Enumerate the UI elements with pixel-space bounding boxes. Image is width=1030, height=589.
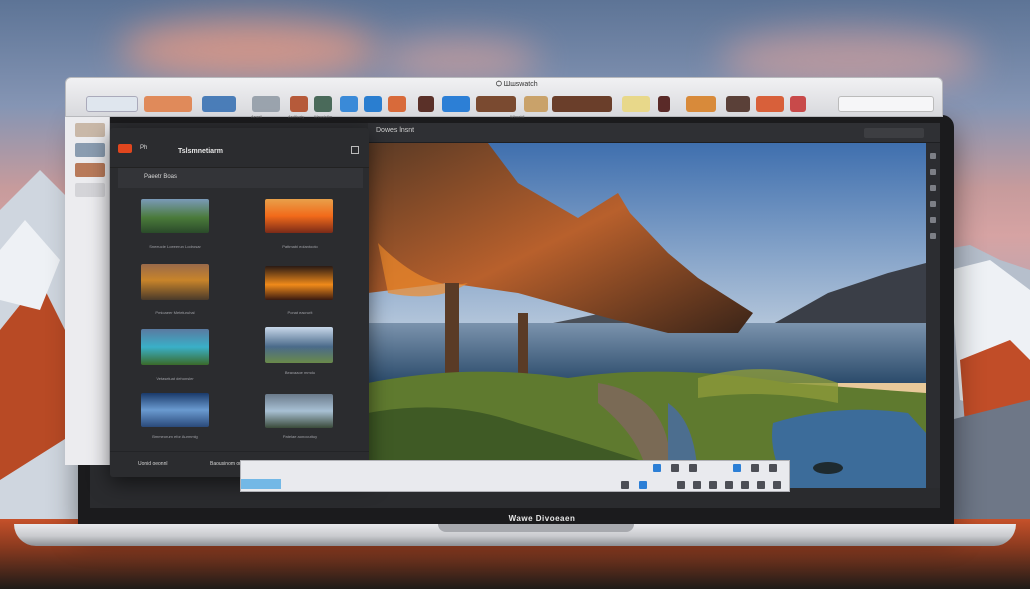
panel-icon[interactable] [639, 481, 647, 489]
panel-icon[interactable] [757, 481, 765, 489]
toolbar-label: Aeaeil [251, 114, 263, 119]
photo-caption: Ponat eacrurit [287, 310, 313, 315]
laptop-notch [438, 524, 634, 532]
photo-thumbnail-clouds[interactable] [141, 393, 209, 427]
toolbar-icon[interactable] [144, 96, 192, 112]
panel-icon[interactable] [677, 481, 685, 489]
photo-caption: Pmioaeer Meteluruhal [155, 310, 195, 315]
panel-title: Tslsmnetiarm [178, 148, 223, 155]
toolbar-icon[interactable] [756, 96, 784, 112]
toolbar-icon[interactable] [86, 96, 138, 112]
photo-caption: Patelae aonocuttuy [282, 434, 318, 439]
photo-thumbnail-lake[interactable] [141, 329, 209, 365]
photo-caption: Sneeucle Loeeerun Lodrosar [149, 244, 201, 249]
app-title: Ѻ Шшswatch [496, 81, 538, 88]
sidebar-thumbnail[interactable] [75, 163, 105, 177]
panel-icon[interactable] [733, 464, 741, 472]
toolbar-icon[interactable] [790, 96, 806, 112]
panel-icon[interactable] [671, 464, 679, 472]
photo-caption: Vetaseluat dehonsler [156, 376, 194, 381]
toolbar-icon[interactable] [552, 96, 612, 112]
laptop-label: Wawe Divoeaen [508, 514, 576, 523]
bottom-tool-panel [240, 460, 790, 492]
panel-icon[interactable] [741, 481, 749, 489]
app-sidebar [65, 117, 110, 465]
photo-thumbnail-coast[interactable] [265, 394, 333, 428]
photo-caption: Pattmabi eolantooto [282, 244, 318, 249]
toolbar-icon[interactable] [202, 96, 236, 112]
photo-thumbnail-dusk[interactable] [265, 266, 333, 300]
expand-icon[interactable] [351, 146, 359, 154]
toolbar-label: Weuslstlm [314, 114, 333, 119]
panel-icon[interactable] [769, 464, 777, 472]
toolbar-icon[interactable] [314, 96, 332, 112]
toolbar-icon[interactable] [340, 96, 358, 112]
panel-icon[interactable] [693, 481, 701, 489]
panel-icon[interactable] [709, 481, 717, 489]
toolbar-icon[interactable] [524, 96, 548, 112]
toolbar-icon[interactable] [388, 96, 406, 112]
app-logo-icon [118, 144, 132, 153]
sidebar-thumbnail[interactable] [75, 183, 105, 197]
toolbar-icon[interactable] [252, 96, 280, 112]
panel-icon[interactable] [689, 464, 697, 472]
toolbar-search[interactable] [838, 96, 934, 112]
toolbar-icon[interactable] [418, 96, 434, 112]
panel-icon[interactable] [653, 464, 661, 472]
panel-icon[interactable] [725, 481, 733, 489]
toolbar-label: Asdtlcaty [288, 114, 305, 119]
photo-thumbnail-valley[interactable] [141, 264, 209, 300]
panel-icon[interactable] [773, 481, 781, 489]
photo-thumbnail-forest[interactable] [141, 199, 209, 233]
photo-caption: Beavaaoe mmdu [284, 370, 316, 375]
sidebar-thumbnail[interactable] [75, 143, 105, 157]
toolbar-icon[interactable] [622, 96, 650, 112]
photo-thumbnail-sunset[interactable] [265, 199, 333, 233]
toolbar-icon[interactable] [442, 96, 470, 112]
photo-browser-panel: Ph Tslsmnetiarm Paeetr Boas Sneeucle Loe… [110, 128, 369, 477]
toolbar-icon[interactable] [476, 96, 516, 112]
toolbar-label: Wlrnebll [510, 114, 525, 119]
panel-icon[interactable] [621, 481, 629, 489]
photo-caption: Bmmeorum efor Aurmmlg [152, 434, 198, 439]
section-label: Paeetr Boas [144, 174, 178, 180]
toolbar-icon[interactable] [726, 96, 750, 112]
panel-icon[interactable] [751, 464, 759, 472]
sidebar-thumbnail[interactable] [75, 123, 105, 137]
panel-header: Ph Tslsmnetiarm [110, 128, 369, 168]
toolbar-icon[interactable] [686, 96, 716, 112]
toolbar-icon[interactable] [658, 96, 670, 112]
selected-field[interactable] [241, 479, 281, 489]
photo-thumbnail-mountains[interactable] [265, 327, 333, 363]
panel-logo-label: Ph [140, 145, 148, 151]
section-header: Paeetr Boas [118, 168, 363, 188]
toolbar-icon[interactable] [290, 96, 308, 112]
app-toolbar: Ѻ Шшswatch Aeaeil Asdtlcaty Weuslstlm Wl… [65, 77, 943, 119]
footer-left-button[interactable]: Uonid oeonnl [138, 461, 167, 467]
toolbar-icon[interactable] [364, 96, 382, 112]
